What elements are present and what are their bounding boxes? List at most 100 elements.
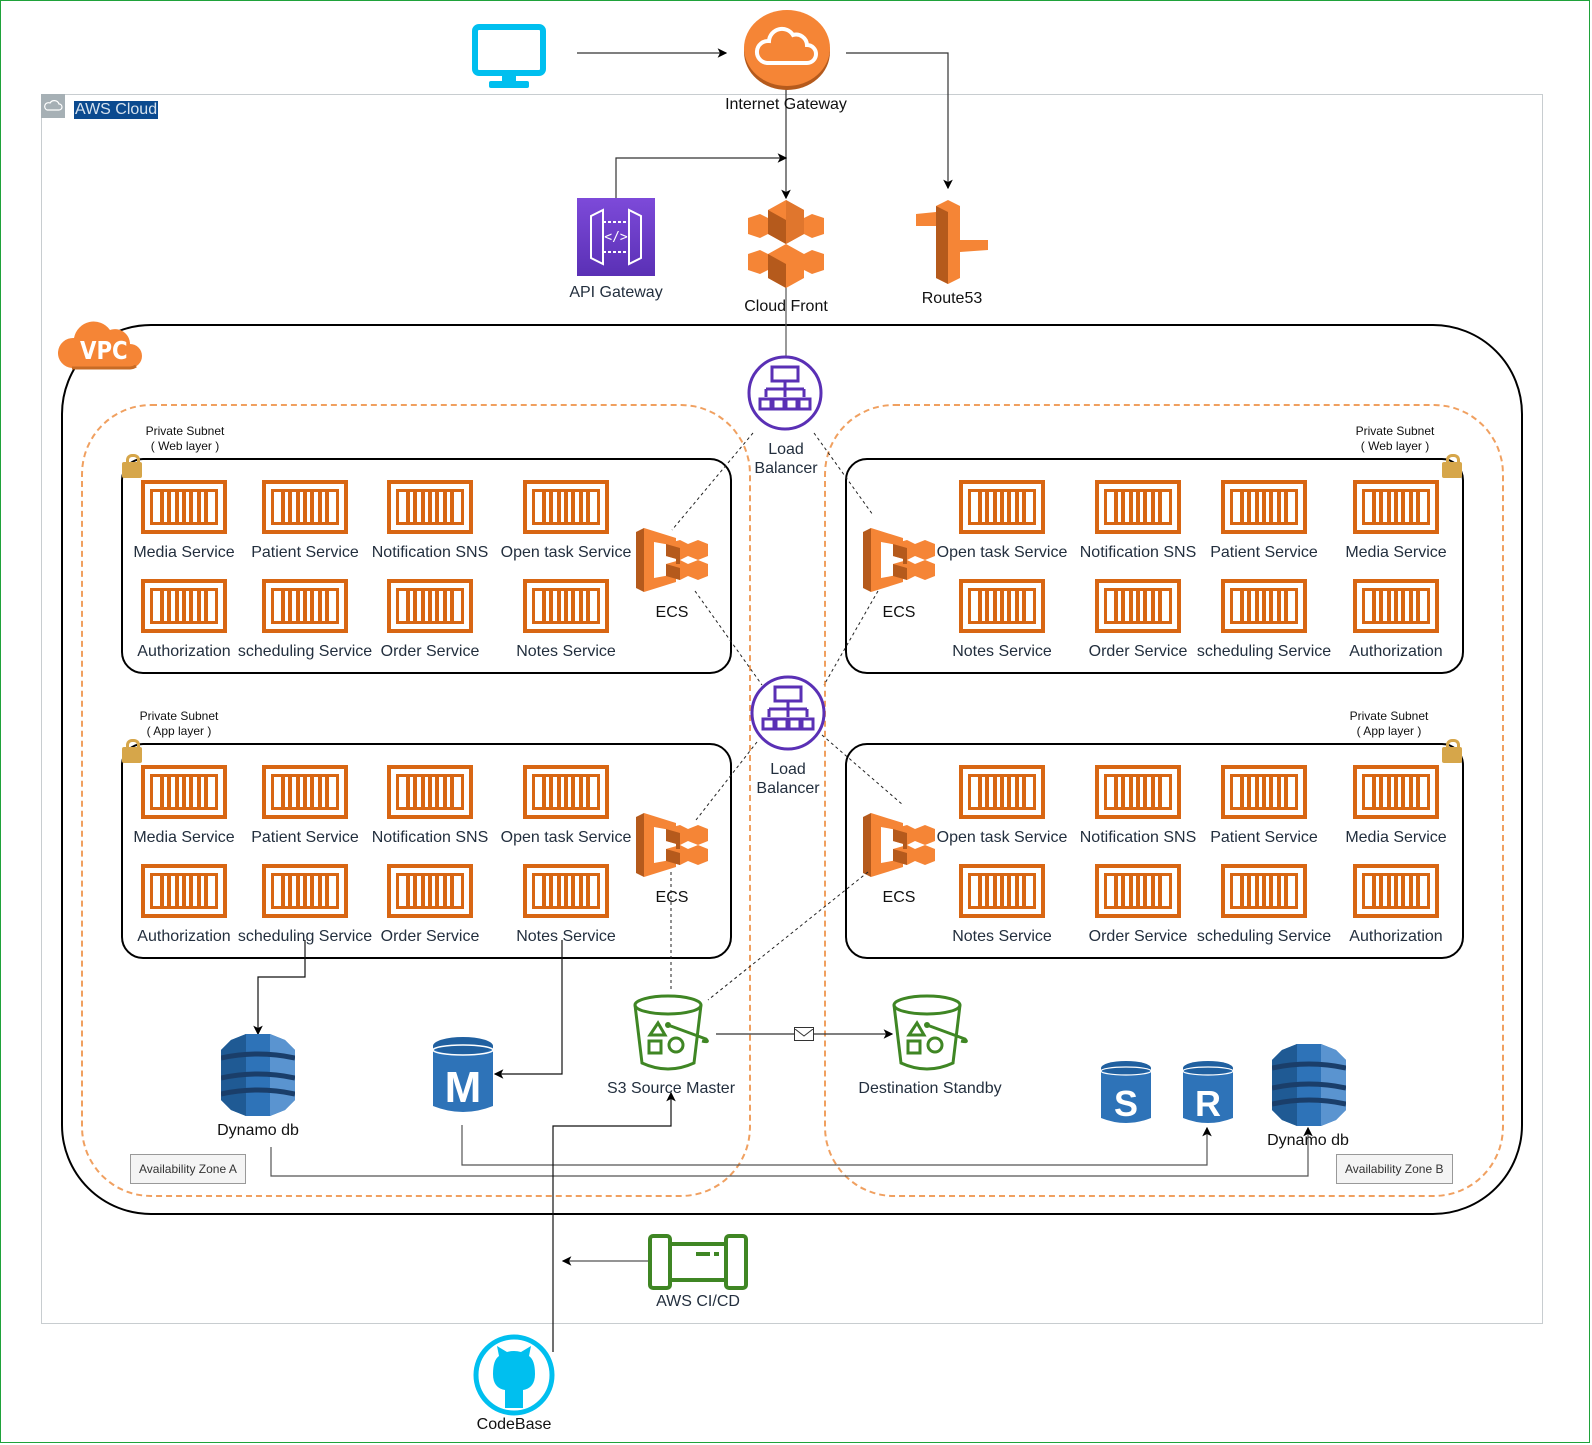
cloudfront-label: Cloud Front	[744, 298, 828, 315]
service-label: Notes Service	[516, 928, 616, 945]
ecs-icon[interactable]	[636, 526, 710, 599]
ecs-icon[interactable]	[636, 811, 710, 884]
service-label: Open task Service	[500, 544, 632, 561]
dynamodb-icon[interactable]	[1271, 1044, 1347, 1131]
service-label: Patient Service	[251, 544, 359, 561]
service-label: Notes Service	[952, 928, 1052, 945]
container-service-icon[interactable]	[523, 579, 609, 633]
container-service-icon[interactable]	[959, 864, 1045, 918]
service-label: Patient Service	[251, 829, 359, 846]
service-label: Open task Service	[936, 544, 1068, 561]
service-label: Order Service	[1088, 643, 1188, 660]
github-codebase-icon[interactable]	[473, 1334, 555, 1421]
lock-icon	[1442, 739, 1462, 763]
container-service-icon[interactable]	[1221, 864, 1307, 918]
aws-cloud-icon	[41, 94, 65, 118]
container-service-icon[interactable]	[387, 765, 473, 819]
container-service-icon[interactable]	[262, 480, 348, 534]
lock-icon	[122, 454, 142, 478]
lock-icon	[1442, 454, 1462, 478]
container-service-icon[interactable]	[959, 480, 1045, 534]
service-label: Authorization	[137, 643, 231, 660]
service-label: Notes Service	[952, 643, 1052, 660]
ci-cd-label: AWS CI/CD	[656, 1293, 740, 1310]
svg-text:M: M	[445, 1063, 482, 1112]
rds-master-icon[interactable]: M	[432, 1036, 494, 1121]
s3-bucket-icon[interactable]	[891, 993, 969, 1078]
container-service-icon[interactable]	[387, 480, 473, 534]
internet-gateway-cloud-icon[interactable]	[743, 7, 831, 96]
svg-text:S: S	[1114, 1083, 1138, 1124]
ecs-icon[interactable]	[863, 526, 937, 599]
container-service-icon[interactable]	[1353, 480, 1439, 534]
load-balancer-icon[interactable]	[746, 354, 824, 437]
container-service-icon[interactable]	[523, 480, 609, 534]
container-service-icon[interactable]	[959, 765, 1045, 819]
service-label: Notification SNS	[1079, 544, 1197, 561]
container-service-icon[interactable]	[1095, 765, 1181, 819]
ecs-label: ECS	[655, 604, 689, 621]
svg-text:</>: </>	[604, 230, 628, 245]
dynamodb-icon[interactable]	[220, 1034, 296, 1121]
aws-cloud-label: AWS Cloud	[74, 101, 159, 119]
route53-label: Route53	[921, 290, 983, 307]
container-service-icon[interactable]	[141, 480, 227, 534]
service-label: Media Service	[133, 544, 235, 561]
ecs-icon[interactable]	[863, 811, 937, 884]
load-balancer-label: Load Balancer	[754, 441, 818, 477]
cloudfront-icon[interactable]	[746, 198, 826, 295]
container-service-icon[interactable]	[1095, 480, 1181, 534]
container-service-icon[interactable]	[1221, 480, 1307, 534]
internet-gateway-label: Internet Gateway	[725, 96, 847, 113]
ecs-label: ECS	[655, 889, 689, 906]
load-balancer-icon[interactable]	[749, 674, 827, 757]
subnet-app-right-title: Private Subnet( App layer )	[1349, 709, 1429, 738]
service-label: Media Service	[1345, 544, 1447, 561]
lock-icon	[122, 739, 142, 763]
container-service-icon[interactable]	[262, 765, 348, 819]
container-service-icon[interactable]	[1095, 579, 1181, 633]
availability-zone-a-label: Availability Zone A	[130, 1154, 246, 1184]
container-service-icon[interactable]	[1221, 765, 1307, 819]
service-label: Order Service	[1088, 928, 1188, 945]
service-label: scheduling Service	[237, 643, 373, 660]
container-service-icon[interactable]	[262, 864, 348, 918]
service-label: Notification SNS	[371, 544, 489, 561]
route53-icon[interactable]	[916, 198, 988, 289]
container-service-icon[interactable]	[1095, 864, 1181, 918]
ecs-label: ECS	[882, 604, 916, 621]
dynamodb-a-label: Dynamo db	[217, 1122, 299, 1139]
desktop-monitor-icon[interactable]	[472, 24, 546, 95]
container-service-icon[interactable]	[1353, 765, 1439, 819]
api-gateway-label: API Gateway	[569, 284, 663, 301]
ci-cd-pipeline-icon[interactable]	[648, 1234, 748, 1295]
s3-source-label: S3 Source Master	[606, 1080, 736, 1097]
container-service-icon[interactable]	[262, 579, 348, 633]
container-service-icon[interactable]	[1221, 579, 1307, 633]
container-service-icon[interactable]	[141, 765, 227, 819]
container-service-icon[interactable]	[523, 864, 609, 918]
svg-text:R: R	[1195, 1083, 1221, 1124]
container-service-icon[interactable]	[959, 579, 1045, 633]
mail-icon	[794, 1027, 814, 1041]
load-balancer-label: Load Balancer	[756, 761, 820, 797]
subnet-app-left-title: Private Subnet( App layer )	[139, 709, 219, 738]
container-service-icon[interactable]	[523, 765, 609, 819]
service-label: Notification SNS	[1079, 829, 1197, 846]
rds-replica-icon[interactable]: R	[1182, 1060, 1234, 1131]
container-service-icon[interactable]	[387, 579, 473, 633]
ecs-label: ECS	[882, 889, 916, 906]
container-service-icon[interactable]	[141, 579, 227, 633]
s3-destination-label: Destination Standby	[858, 1080, 1002, 1097]
service-label: scheduling Service	[1196, 928, 1332, 945]
container-service-icon[interactable]	[141, 864, 227, 918]
container-service-icon[interactable]	[387, 864, 473, 918]
availability-zone-b-label: Availability Zone B	[1336, 1154, 1453, 1184]
container-service-icon[interactable]	[1353, 864, 1439, 918]
s3-bucket-icon[interactable]	[632, 993, 710, 1078]
container-service-icon[interactable]	[1353, 579, 1439, 633]
subnet-web-right-title: Private Subnet( Web layer )	[1355, 424, 1435, 453]
service-label: Notes Service	[516, 643, 616, 660]
api-gateway-icon[interactable]: </>	[577, 198, 655, 276]
rds-standby-icon[interactable]: S	[1100, 1060, 1152, 1131]
